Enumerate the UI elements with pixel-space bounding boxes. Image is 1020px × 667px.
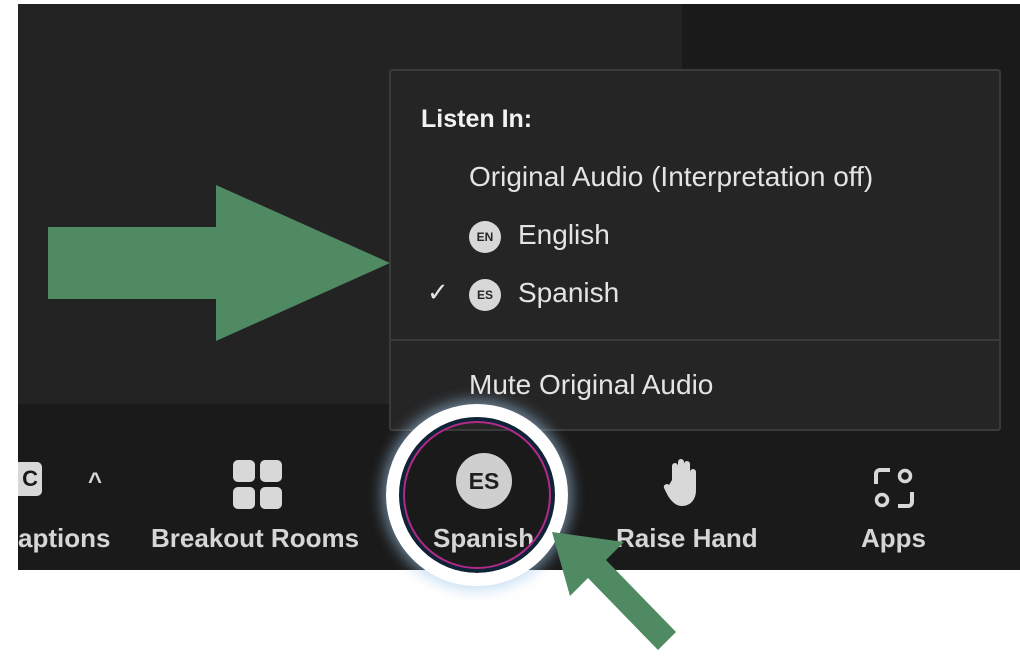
captions-caret-icon[interactable]: ^ [88, 468, 102, 496]
captions-label: aptions [18, 523, 111, 553]
apps-icon [874, 468, 914, 508]
menu-item-label: Original Audio (Interpretation off) [469, 161, 874, 192]
menu-divider [391, 339, 999, 341]
spanish-badge-text: ES [476, 288, 493, 302]
annotation-arrow-up-left-icon [552, 532, 676, 650]
menu-item-spanish[interactable]: ✓ ES Spanish [391, 267, 999, 323]
menu-item-label: English [518, 219, 610, 250]
menu-item-original-audio[interactable]: Original Audio (Interpretation off) [391, 151, 999, 207]
raise-hand-icon [663, 459, 696, 506]
menu-item-english[interactable]: EN English [391, 209, 999, 265]
breakout-rooms-button[interactable]: Breakout Rooms [146, 404, 374, 570]
english-badge-text: EN [476, 230, 494, 244]
menu-item-label: Spanish [518, 277, 620, 308]
breakout-rooms-icon [233, 460, 282, 509]
highlight-circle-accent [403, 421, 551, 569]
captions-icon-text: C [22, 466, 38, 491]
listen-in-menu: Listen In: Original Audio (Interpretatio… [389, 69, 1001, 431]
menu-item-label: Mute Original Audio [469, 369, 714, 400]
listen-in-heading: Listen In: [421, 105, 533, 133]
spanish-badge-icon: ES [469, 279, 501, 311]
apps-label: Apps [861, 523, 926, 553]
breakout-rooms-label: Breakout Rooms [151, 523, 360, 553]
english-badge-icon: EN [469, 221, 501, 253]
captions-icon: C [18, 462, 42, 496]
checkmark-icon: ✓ [427, 277, 449, 307]
annotation-arrow-right-icon [48, 185, 390, 341]
captions-button[interactable]: C aptions [18, 404, 128, 570]
